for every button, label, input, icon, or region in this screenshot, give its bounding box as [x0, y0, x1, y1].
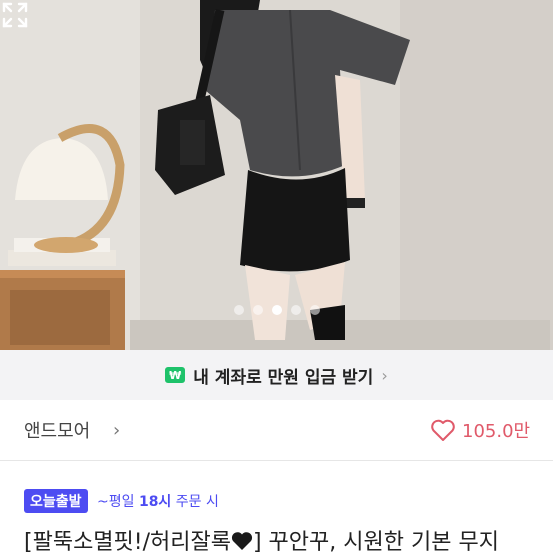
promo-banner[interactable]: ₩ 내 계좌로 만원 입금 받기 › [0, 350, 553, 400]
carousel-dot[interactable] [290, 305, 301, 315]
delivery-info: ~평일 18시 주문 시 [97, 491, 219, 511]
carousel-dot-active[interactable] [271, 305, 282, 315]
product-title-start: [팔뚝소멸핏!/허리잘록 [24, 530, 231, 555]
won-icon: ₩ [165, 367, 186, 383]
chevron-right-icon[interactable]: › [113, 420, 120, 441]
carousel-dot[interactable] [309, 305, 320, 315]
delivery-badge: 오늘출발 [24, 489, 88, 513]
shop-row: 앤드모어 › 105.0만 [0, 400, 553, 460]
carousel-dot[interactable] [233, 305, 244, 315]
carousel-dot[interactable] [252, 305, 263, 315]
delivery-suffix: 주문 시 [171, 494, 219, 510]
delivery-time: 18시 [138, 494, 172, 510]
product-photo[interactable] [0, 0, 553, 350]
delivery-prefix: ~평일 [97, 494, 139, 510]
promo-text: 내 계좌로 만원 입금 받기 [193, 367, 374, 388]
like-count: 105.0만 [462, 421, 531, 442]
heart-icon [431, 419, 455, 441]
divider [0, 460, 553, 461]
product-photo-illustration [0, 0, 553, 350]
chevron-right-icon: › [381, 365, 388, 385]
carousel-indicator [0, 305, 553, 315]
like-button[interactable]: 105.0만 [430, 417, 530, 443]
product-title-end: ] 꾸안꾸, 시원한 기본 무지 [252, 530, 499, 555]
shop-name-link[interactable]: 앤드모어 [24, 417, 90, 443]
expand-icon[interactable] [0, 0, 30, 30]
black-heart-icon [231, 532, 253, 550]
product-title: [팔뚝소멸핏!/허리잘록 ] 꾸안꾸, 시원한 기본 무지 [24, 524, 499, 556]
